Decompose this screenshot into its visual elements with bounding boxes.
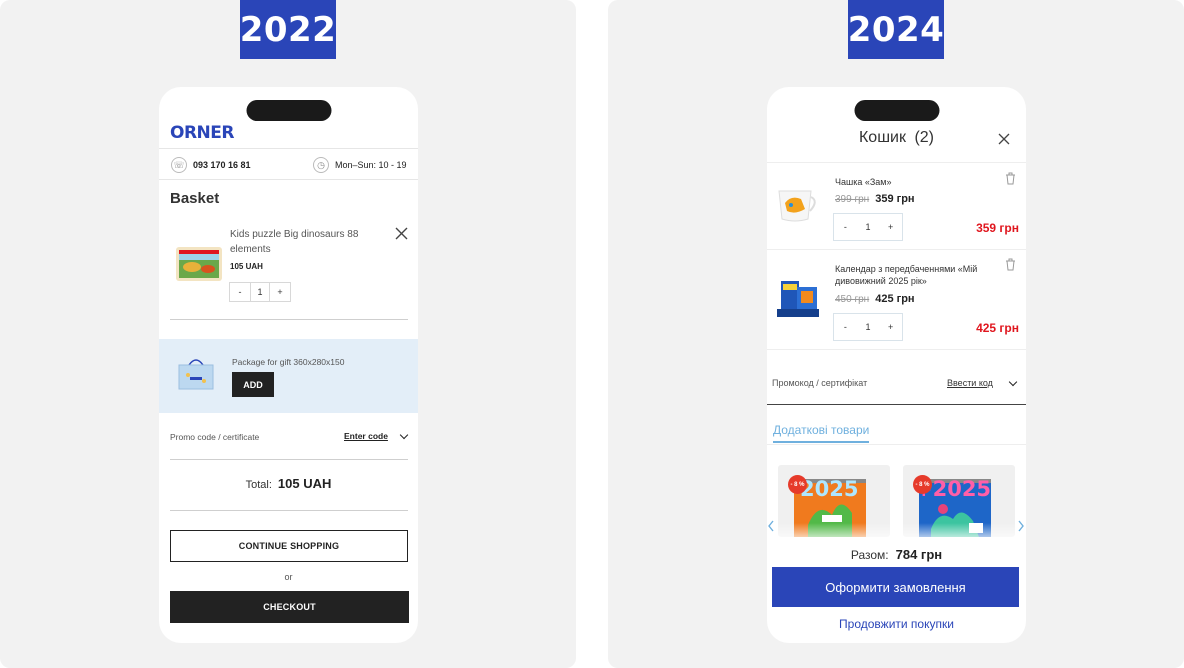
clock-icon: ◷ [313,157,329,173]
divider [159,148,418,149]
gift-package-offer: Package for gift 360x280x150 ADD [159,339,418,413]
item-prices: 399 грн 359 грн [835,193,915,205]
cup-product-image[interactable] [775,185,821,225]
phone-number: 093 170 16 81 [193,160,251,170]
divider [767,404,1026,405]
close-icon[interactable] [998,133,1010,145]
increase-button[interactable]: + [879,214,902,240]
cart-title: Кошик [858,129,906,146]
phone-2024: Кошик (2) Чашка «Зам» 399 грн 359 грн - … [767,87,1026,643]
item-total: 359 грн [976,221,1019,235]
phone-notch [854,100,939,121]
trash-icon[interactable] [1005,258,1016,271]
product-price: 105 UAH [230,262,263,271]
old-price: 399 грн [835,194,870,205]
item-name[interactable]: Календар з передбаченнями «Мій дивовижни… [835,263,1007,287]
phone-notch [246,100,331,121]
chevron-left-icon[interactable] [767,519,775,533]
discount-badge: - 8 % [913,475,932,494]
enter-code-link[interactable]: Enter code [344,431,388,441]
increase-button[interactable]: + [879,314,902,340]
divider [170,510,408,511]
product-name[interactable]: Kids puzzle Big dinosaurs 88 elements [230,227,380,257]
divider [767,444,1026,445]
orner-logo[interactable]: ORNER [170,123,234,143]
add-gift-button[interactable]: ADD [232,372,274,397]
decrease-button[interactable]: - [834,214,857,240]
total-value: 784 грн [895,547,943,562]
phone-contact[interactable]: ☏ 093 170 16 81 [171,157,251,173]
order-total: Total: 105 UAH [159,476,418,491]
opening-hours: ◷ Mon–Sun: 10 - 19 [313,157,407,173]
discount-badge: - 8 % [788,475,807,494]
item-total: 425 грн [976,321,1019,335]
cart-header: Кошик (2) [767,129,1026,147]
page-title: Basket [170,190,220,207]
gift-bag-image [178,359,214,390]
phone-2022: ORNER ☏ 093 170 16 81 ◷ Mon–Sun: 10 - 19… [159,87,418,643]
gift-name: Package for gift 360x280x150 [232,357,345,367]
sale-price: 425 грн [875,293,915,305]
divider [767,162,1026,163]
promo-label: Промокод / сертифікат [772,378,868,388]
divider [159,179,418,180]
calendar-product-image[interactable] [775,279,821,321]
item-prices: 450 грн 425 грн [835,293,915,305]
checkout-button[interactable]: Оформити замовлення [772,567,1019,607]
divider [170,319,408,320]
quantity-value[interactable]: 1 [857,214,880,240]
year-label-2024: 2024 [848,0,944,59]
total-value: 105 UAH [277,476,332,491]
trash-icon[interactable] [1005,172,1016,185]
quantity-value[interactable]: 1 [250,283,270,301]
puzzle-product-image[interactable] [176,247,222,281]
order-total: Разом: 784 грн [767,547,1026,562]
divider [767,249,1026,250]
checkout-button[interactable]: CHECKOUT [170,591,409,623]
quantity-stepper[interactable]: - 1 + [833,313,903,341]
phone-icon: ☏ [171,157,187,173]
divider [170,459,408,460]
chevron-right-icon[interactable] [1017,519,1025,533]
cart-count: (2) [914,129,934,146]
old-price: 450 грн [835,294,870,305]
decrease-button[interactable]: - [230,283,250,301]
fade-overlay [767,523,1026,545]
continue-shopping-button[interactable]: CONTINUE SHOPPING [170,530,408,562]
remove-item-close-icon[interactable] [395,227,408,240]
quantity-stepper[interactable]: - 1 + [833,213,903,241]
tab-additional-products[interactable]: Додаткові товари [773,423,870,443]
total-label: Разом: [850,548,889,562]
decrease-button[interactable]: - [834,314,857,340]
enter-code-link[interactable]: Ввести код [947,378,993,388]
increase-button[interactable]: + [270,283,290,301]
quantity-stepper[interactable]: - 1 + [229,282,291,302]
item-name[interactable]: Чашка «Зам» [835,177,892,187]
year-label-2022: 2022 [240,0,336,59]
promo-label: Promo code / certificate [170,432,260,442]
or-separator: or [284,572,293,582]
sale-price: 359 грн [875,193,915,205]
divider [767,349,1026,350]
card-year-text: 2025 [800,477,859,501]
hours-text: Mon–Sun: 10 - 19 [335,160,407,170]
continue-shopping-link[interactable]: Продовжити покупки [767,617,1026,631]
chevron-down-icon[interactable] [399,430,409,440]
total-label: Total: [245,479,272,491]
chevron-down-icon[interactable] [1008,377,1018,387]
quantity-value[interactable]: 1 [857,314,880,340]
